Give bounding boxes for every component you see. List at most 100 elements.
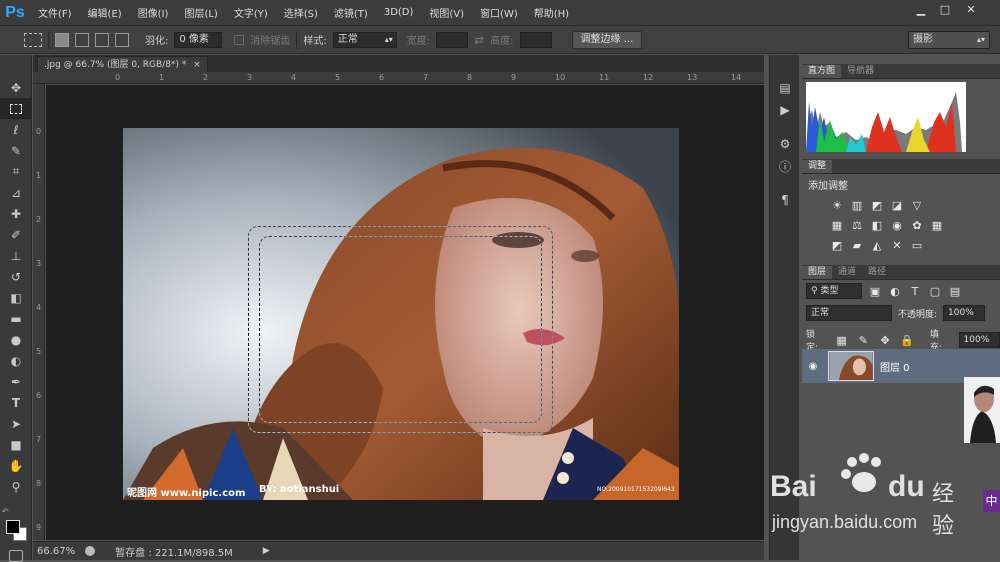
- threshold-icon[interactable]: ◭: [870, 238, 884, 252]
- hand-tool-icon[interactable]: ✋: [0, 455, 32, 476]
- menu-window[interactable]: 窗口(W): [472, 5, 526, 20]
- actions-panel-icon[interactable]: ▶: [770, 99, 800, 121]
- gradient-map-icon[interactable]: ▭: [910, 238, 924, 252]
- black-white-icon[interactable]: ◧: [870, 218, 884, 232]
- opacity-input[interactable]: 100%: [943, 305, 986, 321]
- brush-tool-icon[interactable]: ✐: [0, 224, 32, 245]
- lasso-tool-icon[interactable]: ℓ: [0, 119, 32, 140]
- blend-mode-select[interactable]: 正常: [806, 305, 892, 321]
- color-lookup-icon[interactable]: ▦: [930, 218, 944, 232]
- menu-type[interactable]: 文字(Y): [226, 5, 276, 20]
- new-selection-icon[interactable]: [55, 32, 69, 47]
- type-tool-icon[interactable]: T: [0, 392, 32, 413]
- channel-mixer-icon[interactable]: ✿: [910, 218, 924, 232]
- vibrance-icon[interactable]: ▽: [910, 198, 924, 212]
- document-tab-title: .jpg @ 66.7% (图层 0, RGB/8*) *: [44, 60, 187, 70]
- dodge-tool-icon[interactable]: ◐: [0, 350, 32, 371]
- lock-image-icon[interactable]: ✎: [856, 333, 870, 347]
- menu-filter[interactable]: 滤镜(T): [326, 5, 376, 20]
- shape-tool-icon[interactable]: ■: [0, 434, 32, 455]
- tab-channels[interactable]: 通道: [832, 266, 862, 279]
- healing-brush-tool-icon[interactable]: ✚: [0, 203, 32, 224]
- curves-icon[interactable]: ◩: [870, 198, 884, 212]
- intersect-selection-icon[interactable]: [115, 32, 129, 47]
- lock-transparent-icon[interactable]: ▦: [835, 333, 849, 347]
- visibility-eye-icon[interactable]: ◉: [802, 361, 824, 372]
- menu-edit[interactable]: 编辑(E): [80, 5, 130, 20]
- quick-select-tool-icon[interactable]: ✎: [0, 140, 32, 161]
- antialias-checkbox[interactable]: [234, 34, 245, 45]
- close-icon[interactable]: ✕: [960, 3, 982, 17]
- add-selection-icon[interactable]: [75, 32, 89, 47]
- fill-input[interactable]: 100%: [958, 332, 1000, 348]
- eraser-tool-icon[interactable]: ◧: [0, 287, 32, 308]
- height-input[interactable]: [519, 31, 552, 48]
- blur-tool-icon[interactable]: ●: [0, 329, 32, 350]
- move-tool-icon[interactable]: ✥: [0, 77, 32, 98]
- filter-smart-icon[interactable]: ▤: [948, 284, 962, 298]
- filter-pixel-icon[interactable]: ▣: [868, 284, 882, 298]
- menu-view[interactable]: 视图(V): [421, 5, 472, 20]
- eyedropper-tool-icon[interactable]: ⊿: [0, 182, 32, 203]
- maximize-icon[interactable]: □: [934, 3, 956, 17]
- levels-icon[interactable]: ▥: [850, 198, 864, 212]
- swap-colors-icon[interactable]: ↶: [2, 507, 9, 516]
- menu-image[interactable]: 图像(I): [130, 5, 177, 20]
- brush-presets-panel-icon[interactable]: ¶: [770, 189, 800, 211]
- invert-icon[interactable]: ◩: [830, 238, 844, 252]
- foreground-color-swatch[interactable]: [6, 520, 20, 534]
- menu-select[interactable]: 选择(S): [276, 5, 326, 20]
- clone-stamp-tool-icon[interactable]: ⊥: [0, 245, 32, 266]
- swap-icon[interactable]: ⇄: [474, 33, 484, 47]
- width-input[interactable]: [436, 31, 469, 48]
- document-tab[interactable]: .jpg @ 66.7% (图层 0, RGB/8*) * ×: [37, 56, 208, 72]
- menu-help[interactable]: 帮助(H): [526, 5, 577, 20]
- brightness-icon[interactable]: ☀: [830, 198, 844, 212]
- crop-tool-icon[interactable]: ⌗: [0, 161, 32, 182]
- status-info-icon[interactable]: [85, 546, 96, 556]
- properties-panel-icon[interactable]: ⓘ: [770, 155, 800, 177]
- menu-layer[interactable]: 图层(L): [176, 5, 225, 20]
- menu-file[interactable]: 文件(F): [30, 5, 80, 20]
- posterize-icon[interactable]: ▰: [850, 238, 864, 252]
- tab-histogram[interactable]: 直方图: [802, 65, 842, 78]
- marquee-preset-icon[interactable]: [24, 32, 42, 47]
- divider: [48, 30, 49, 49]
- tab-adjustments[interactable]: 调整: [802, 160, 833, 173]
- gradient-tool-icon[interactable]: ▬: [0, 308, 32, 329]
- style-select[interactable]: 正常 ▴▾: [332, 31, 397, 48]
- filter-adjustment-icon[interactable]: ◐: [888, 284, 902, 298]
- exposure-icon[interactable]: ◪: [890, 198, 904, 212]
- refine-edge-button[interactable]: 调整边缘 ...: [571, 30, 643, 49]
- tab-close-icon[interactable]: ×: [193, 60, 201, 70]
- lock-position-icon[interactable]: ✥: [878, 333, 892, 347]
- status-menu-arrow-icon[interactable]: ▶: [263, 546, 270, 556]
- canvas-area[interactable]: 昵图网 www.nipic.com BY: aotianshui NO:2009…: [46, 85, 764, 540]
- tab-layers[interactable]: 图层: [802, 266, 833, 279]
- info-panel-icon[interactable]: ⚙: [770, 133, 800, 155]
- filter-shape-icon[interactable]: ▢: [928, 284, 942, 298]
- layer-name[interactable]: 图层 0: [880, 359, 910, 374]
- tab-paths[interactable]: 路径: [862, 266, 892, 279]
- photo-filter-icon[interactable]: ◉: [890, 218, 904, 232]
- history-panel-icon[interactable]: ▤: [770, 77, 800, 99]
- path-select-tool-icon[interactable]: ➤: [0, 413, 32, 434]
- pen-tool-icon[interactable]: ✒: [0, 371, 32, 392]
- workspace-select[interactable]: 摄影 ▴▾: [908, 30, 990, 49]
- filter-type-icon[interactable]: T: [908, 284, 922, 298]
- tab-navigator[interactable]: 导航器: [841, 65, 880, 78]
- menu-3d[interactable]: 3D(D): [376, 7, 422, 18]
- history-brush-tool-icon[interactable]: ↺: [0, 266, 32, 287]
- subtract-selection-icon[interactable]: [95, 32, 109, 47]
- marquee-tool-icon[interactable]: [0, 98, 32, 119]
- color-balance-icon[interactable]: ⚖: [850, 218, 864, 232]
- selective-color-icon[interactable]: ✕: [890, 238, 904, 252]
- feather-input[interactable]: 0 像素: [174, 31, 223, 48]
- zoom-tool-icon[interactable]: ⚲: [0, 476, 32, 497]
- lock-all-icon[interactable]: 🔒: [900, 333, 914, 347]
- zoom-level[interactable]: 66.67%: [37, 546, 75, 557]
- hue-saturation-icon[interactable]: ▦: [830, 218, 844, 232]
- layer-filter-select[interactable]: ⚲ 类型: [806, 283, 862, 299]
- minimize-icon[interactable]: ▁: [910, 3, 932, 17]
- quick-mask-icon[interactable]: [9, 550, 23, 562]
